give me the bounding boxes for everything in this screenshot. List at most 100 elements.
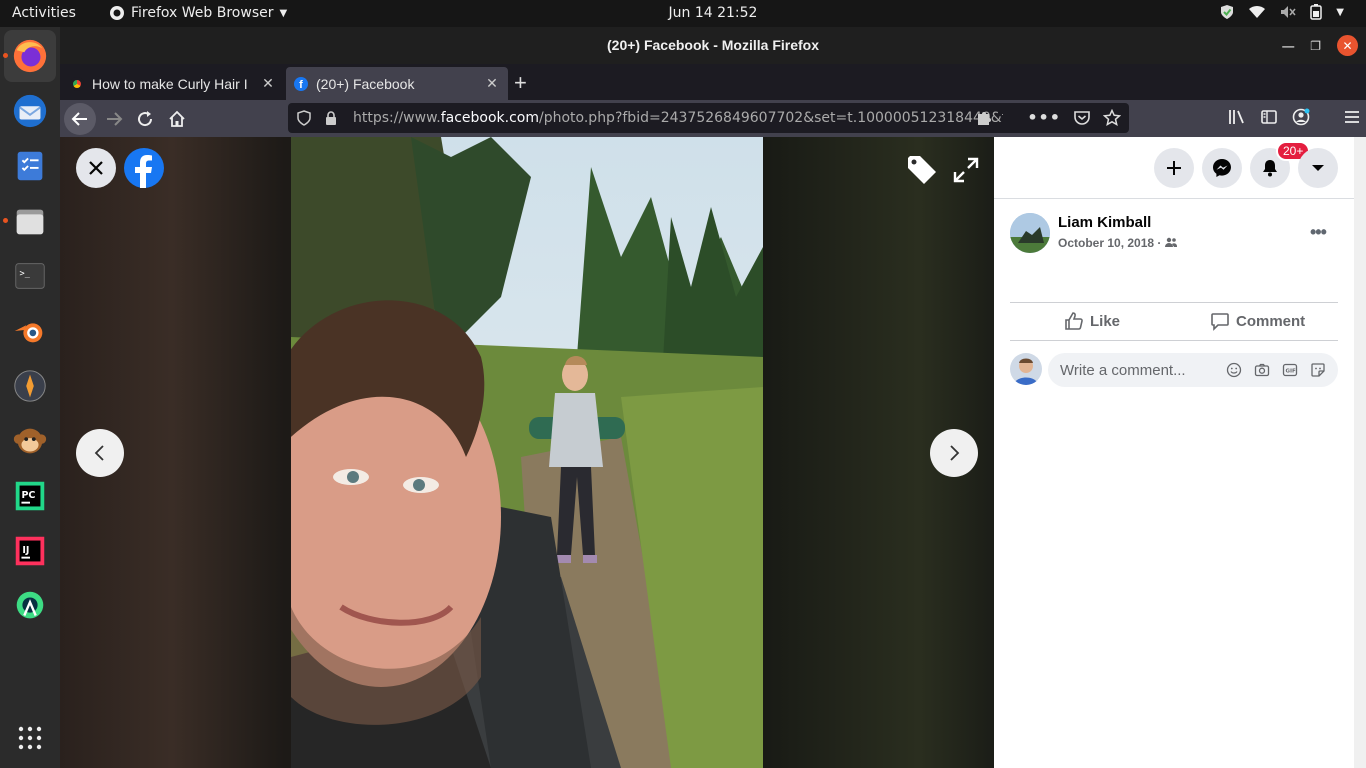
next-photo-button[interactable]: [930, 429, 978, 477]
account-menu-button[interactable]: [1298, 148, 1338, 188]
reload-icon: [138, 111, 153, 127]
monkey-icon: [13, 428, 47, 454]
post-date-text[interactable]: October 10, 2018: [1058, 236, 1154, 250]
dock-monkey[interactable]: [4, 415, 56, 467]
new-tab-button[interactable]: +: [514, 70, 527, 96]
back-button[interactable]: [64, 103, 96, 135]
tab-curly-hair[interactable]: How to make Curly Hair I ✕: [62, 67, 284, 100]
avatar-image: [1010, 353, 1042, 385]
wifi-icon: [1249, 5, 1266, 18]
tag-photo-icon[interactable]: [906, 154, 938, 186]
photo-viewer: [60, 137, 994, 768]
current-user-avatar[interactable]: [1010, 353, 1042, 385]
like-label: Like: [1090, 312, 1121, 330]
dock-firefox[interactable]: [3, 30, 56, 82]
clock[interactable]: Jun 14 21:52: [0, 5, 1366, 21]
avatar-image: [1010, 213, 1050, 253]
friends-audience-icon[interactable]: [1164, 237, 1177, 247]
author-name[interactable]: Liam Kimball: [1058, 214, 1151, 231]
facebook-logo[interactable]: [124, 148, 164, 188]
messenger-icon: [1213, 159, 1231, 177]
comments-divider: [1010, 340, 1338, 341]
shield-icon[interactable]: [297, 110, 311, 126]
puzzle-extension-icon[interactable]: [975, 109, 993, 127]
sidebar-icon[interactable]: [1260, 108, 1278, 126]
maximize-button[interactable]: ❐: [1310, 39, 1321, 53]
tab-facebook[interactable]: f (20+) Facebook ✕: [286, 67, 508, 100]
library-icon[interactable]: [1228, 108, 1246, 126]
post-date-separator: ·: [1154, 236, 1165, 250]
arrow-right-icon: [107, 112, 123, 126]
photo-details-panel: 20+ Liam Kimball October 10, 2018 · ••• …: [994, 137, 1354, 768]
create-button[interactable]: [1154, 148, 1194, 188]
dock-terminal[interactable]: >_: [4, 250, 56, 302]
url-bar[interactable]: https://www.facebook.com/photo.php?fbid=…: [288, 103, 1129, 133]
pocket-icon[interactable]: [1073, 109, 1091, 127]
camera-icon[interactable]: [1254, 362, 1270, 378]
running-indicator: [3, 218, 8, 223]
previous-photo-button[interactable]: [76, 429, 124, 477]
sticker-icon[interactable]: [1310, 362, 1326, 378]
url-prefix: https://www.: [353, 110, 441, 126]
fullscreen-icon[interactable]: [953, 157, 979, 183]
hamburger-menu-icon[interactable]: [1344, 109, 1360, 125]
author-avatar[interactable]: [1010, 213, 1050, 253]
volume-muted-icon: [1281, 6, 1296, 18]
reload-button[interactable]: [131, 105, 159, 133]
post-date: October 10, 2018 ·: [1058, 236, 1177, 250]
minimize-button[interactable]: —: [1282, 39, 1294, 53]
page-actions-icon[interactable]: •••: [1027, 108, 1061, 127]
lock-icon[interactable]: [325, 110, 337, 126]
dock-pycharm[interactable]: PC: [4, 470, 56, 522]
app-grid-icon: [18, 726, 42, 750]
tasks-icon: [17, 151, 43, 181]
blender-icon: [14, 323, 43, 343]
close-tab-icon[interactable]: ✕: [260, 75, 276, 92]
chevron-down-icon: ▼: [1336, 6, 1344, 18]
home-button[interactable]: [163, 105, 191, 133]
dock-android-studio[interactable]: [4, 580, 56, 632]
dock-intellij[interactable]: IJ: [4, 525, 56, 577]
firefox-icon: [13, 39, 47, 73]
forward-button[interactable]: [100, 105, 128, 133]
panel-scrollbar[interactable]: [1354, 137, 1366, 768]
pycharm-icon: PC: [15, 481, 45, 511]
comment-input[interactable]: Write a comment... GIF: [1048, 353, 1338, 387]
plus-icon: [1167, 161, 1181, 175]
comment-tools: GIF: [1226, 362, 1326, 378]
window-controls: — ❐ ✕: [1282, 35, 1358, 56]
url-path: /photo.php?fbid=2437526849607702&set=t.1…: [539, 110, 1003, 126]
url-bar-actions: •••: [975, 108, 1121, 127]
dock-files[interactable]: [3, 195, 56, 247]
window-titlebar[interactable]: (20+) Facebook - Mozilla Firefox — ❐ ✕: [60, 27, 1366, 64]
gif-icon[interactable]: GIF: [1282, 362, 1298, 378]
chrome-favicon-icon: [70, 76, 84, 91]
more-options-icon[interactable]: •••: [1310, 222, 1327, 243]
account-icon[interactable]: [1292, 108, 1310, 126]
bookmark-star-icon[interactable]: [1103, 108, 1121, 127]
svg-text:PC: PC: [21, 490, 35, 501]
close-window-button[interactable]: ✕: [1337, 35, 1358, 56]
dock-app[interactable]: [4, 360, 56, 412]
dock-blender[interactable]: [4, 305, 56, 357]
show-applications-button[interactable]: [17, 725, 43, 756]
system-tray[interactable]: ▼: [1220, 4, 1344, 20]
svg-text:IJ: IJ: [22, 545, 29, 556]
url-text: https://www.facebook.com/photo.php?fbid=…: [353, 110, 1003, 126]
dock-thunderbird[interactable]: [4, 85, 56, 137]
dock-tasks[interactable]: [4, 140, 56, 192]
like-button[interactable]: Like: [1064, 311, 1120, 331]
photo[interactable]: [291, 137, 763, 768]
close-viewer-button[interactable]: [76, 148, 116, 188]
actions-divider: [1010, 302, 1338, 303]
chevron-left-icon: [94, 445, 104, 461]
messenger-button[interactable]: [1202, 148, 1242, 188]
running-indicator: [3, 53, 8, 58]
emoji-icon[interactable]: [1226, 362, 1242, 378]
intellij-icon: IJ: [15, 536, 45, 566]
tab-label: How to make Curly Hair I: [92, 75, 248, 92]
terminal-icon: >_: [15, 263, 45, 289]
close-tab-icon[interactable]: ✕: [484, 75, 500, 92]
svg-text:>_: >_: [20, 269, 31, 279]
comment-button[interactable]: Comment: [1210, 311, 1305, 331]
